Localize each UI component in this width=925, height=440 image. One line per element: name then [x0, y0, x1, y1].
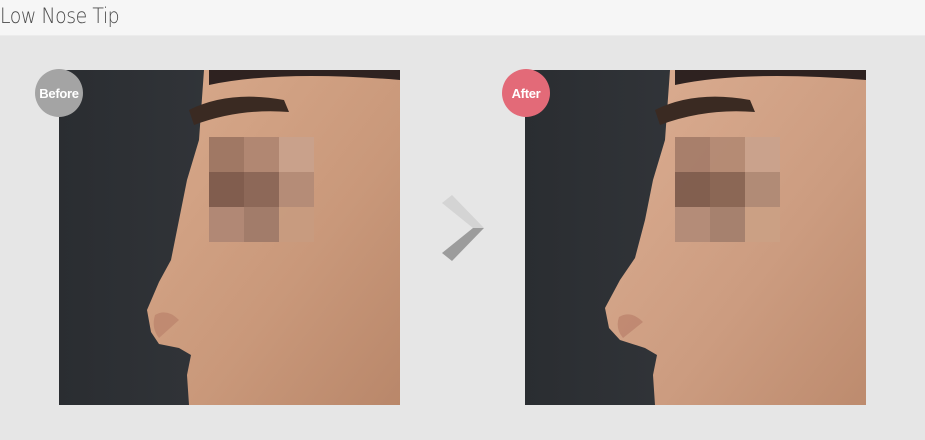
- before-photo: [59, 70, 400, 405]
- page-title: Low Nose Tip: [0, 4, 120, 28]
- after-photo: [525, 70, 866, 405]
- before-badge: Before: [35, 69, 83, 117]
- after-badge: After: [502, 69, 550, 117]
- header-bar: Low Nose Tip: [0, 0, 925, 36]
- chevron-right-icon: [440, 193, 486, 263]
